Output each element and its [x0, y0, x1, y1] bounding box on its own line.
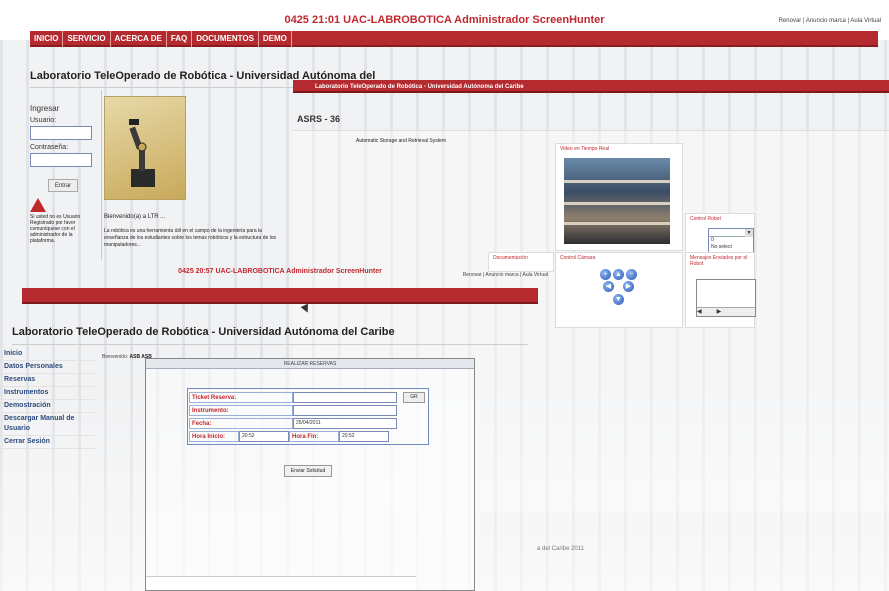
video-panel: Video en Tiempo Real [555, 143, 683, 251]
divider-vertical [101, 90, 102, 260]
chevron-down-icon[interactable]: ▼ [745, 229, 753, 237]
generate-ticket-button[interactable]: GR [403, 391, 425, 403]
arrow-left-icon[interactable]: ◀ [603, 281, 614, 292]
camera-panel-title: Control Cámara [560, 255, 596, 261]
divider [293, 130, 889, 131]
horizontal-scrollbar[interactable]: ◀ ▶ [697, 307, 755, 316]
form-row: Hora Inicio: 20:52 Hora Fin: 20:52 [189, 430, 427, 442]
form-row: Fecha: 25/04/2011 [189, 417, 427, 429]
video-shelf [564, 222, 670, 225]
window-back-titlebar: 0425 21:01 UAC-LABROBOTICA Administrador… [0, 14, 889, 30]
arrow-up-icon[interactable]: ▲ [613, 269, 624, 280]
menu-item-reservas[interactable]: Reservas [0, 374, 95, 387]
messages-scrollbox[interactable]: ◀ ▶ [696, 279, 756, 317]
submit-request-button[interactable]: Enviar Solicitud [284, 465, 332, 477]
welcome-heading: Bienvenido(a) a LTR ... [104, 214, 166, 220]
window-front-title: 0425 20:57 UAC-LABROBOTICA Administrador… [178, 268, 382, 275]
divider [12, 344, 528, 345]
window-back-title: 0425 21:01 UAC-LABROBOTICA Administrador… [284, 14, 605, 26]
menu-item-datos-personales[interactable]: Datos Personales [0, 361, 95, 374]
video-shelf [564, 180, 670, 183]
side-menu: Inicio Datos Personales Reservas Instrum… [0, 348, 95, 449]
menu-item-demostracion[interactable]: Demostración [0, 400, 95, 413]
login-button[interactable]: Entrar [48, 179, 78, 192]
divider [30, 87, 295, 88]
arrow-right-icon[interactable]: ▶ [623, 281, 634, 292]
live-video [564, 158, 670, 244]
menu-item-descargar-manual[interactable]: Descargar Manual de Usuario [0, 413, 95, 436]
date-input[interactable]: 25/04/2011 [293, 417, 397, 429]
zoom-out-icon[interactable]: − [626, 269, 637, 280]
warning-icon [30, 198, 46, 212]
login-heading: Ingresar [30, 104, 60, 113]
start-time-input[interactable]: 20:52 [239, 430, 289, 442]
password-label: Contraseña: [30, 144, 69, 151]
end-time-label: Hora Fin: [289, 430, 339, 442]
form-row: Ticket Reserva: GR [189, 391, 427, 403]
robot-select-current: ▼ [709, 229, 753, 237]
window-back-top-links[interactable]: Renovar | Anuncio marca | Aula Virtual [779, 18, 881, 24]
start-time-label: Hora Inicio: [189, 430, 239, 442]
menu-item-inicio[interactable]: Inicio [0, 348, 95, 361]
messages-panel-title: Mensajes Enviados por el Robot [690, 255, 748, 267]
asrs-heading: ASRS - 36 [297, 114, 341, 124]
nav-faq[interactable]: FAQ [167, 31, 193, 47]
date-label: Fecha: [189, 417, 293, 429]
password-input[interactable] [30, 153, 92, 167]
nav-acerca-de[interactable]: ACERCA DE [111, 31, 167, 47]
reservation-form: Ticket Reserva: GR Instrumento: Fecha: 2… [187, 388, 429, 445]
robot-select-option[interactable]: 0 [709, 237, 753, 244]
nav-demo[interactable]: DEMO [259, 31, 292, 47]
camera-dpad: + ▲ − ◀ ▶ ▼ [600, 269, 640, 309]
menu-item-instrumentos[interactable]: Instrumentos [0, 387, 95, 400]
window-front-lab-title: Laboratorio TeleOperado de Robótica - Un… [12, 326, 395, 338]
window-middle-bar: Laboratorio TeleOperado de Robótica - Un… [293, 80, 889, 93]
video-shelf [564, 202, 670, 205]
warning-text: Si usted no es Usuario Registrado por fa… [30, 214, 81, 244]
robot-select-option[interactable]: No select [709, 244, 753, 251]
arrow-down-icon[interactable]: ▼ [613, 294, 624, 305]
end-time-input[interactable]: 20:52 [339, 430, 389, 442]
instrument-label: Instrumento: [189, 404, 293, 416]
window-front-top-links[interactable]: Renovar | Anuncio marca | Aula Virtual [463, 272, 548, 278]
instrument-select[interactable] [293, 404, 397, 416]
form-row: Instrumento: [189, 404, 427, 416]
login-form: Ingresar Usuario: Contraseña: Entrar [30, 104, 98, 192]
user-label: Usuario: [30, 117, 57, 124]
zoom-in-icon[interactable]: + [600, 269, 611, 280]
window-middle-bar-title: Laboratorio TeleOperado de Robótica - Un… [315, 84, 524, 90]
window-front: 0425 20:57 UAC-LABROBOTICA Administrador… [0, 262, 548, 591]
user-input[interactable] [30, 126, 92, 140]
asrs-subtitle: Automatic Storage and Retrieval System [356, 138, 447, 144]
main-nav: INICIO SERVICIO ACERCA DE FAQ DOCUMENTOS… [30, 31, 878, 47]
robot-arm-icon [129, 119, 155, 187]
warning-box: Si usted no es Usuario Registrado por fa… [30, 198, 98, 244]
welcome-body: La robótica es una herramienta útil en e… [104, 228, 277, 248]
nav-documentos[interactable]: DOCUMENTOS [192, 31, 259, 47]
nav-servicio[interactable]: SERVICIO [63, 31, 111, 47]
nav-inicio[interactable]: INICIO [30, 31, 64, 47]
camera-panel: Control Cámara + ▲ − ◀ ▶ ▼ [555, 252, 683, 328]
welcome-prefix: Bienvenido: [102, 354, 129, 360]
messages-panel: Mensajes Enviados por el Robot ◀ ▶ [685, 252, 756, 328]
ticket-input[interactable] [293, 391, 397, 403]
footer-copyright: a del Caribe 2011 [537, 546, 584, 552]
control-robot-title: Control Robot [690, 216, 721, 222]
menu-item-cerrar-sesion[interactable]: Cerrar Sesión [0, 436, 95, 449]
robot-arm-image [104, 96, 186, 200]
reservation-form-header: REALIZAR RESERVAS [146, 359, 474, 369]
reservation-form-panel: REALIZAR RESERVAS Ticket Reserva: GR Ins… [145, 358, 475, 591]
form-bottom-bar [146, 576, 416, 590]
ticket-label: Ticket Reserva: [189, 391, 293, 403]
video-panel-title: Video en Tiempo Real [560, 146, 610, 152]
window-front-bar [22, 288, 538, 304]
